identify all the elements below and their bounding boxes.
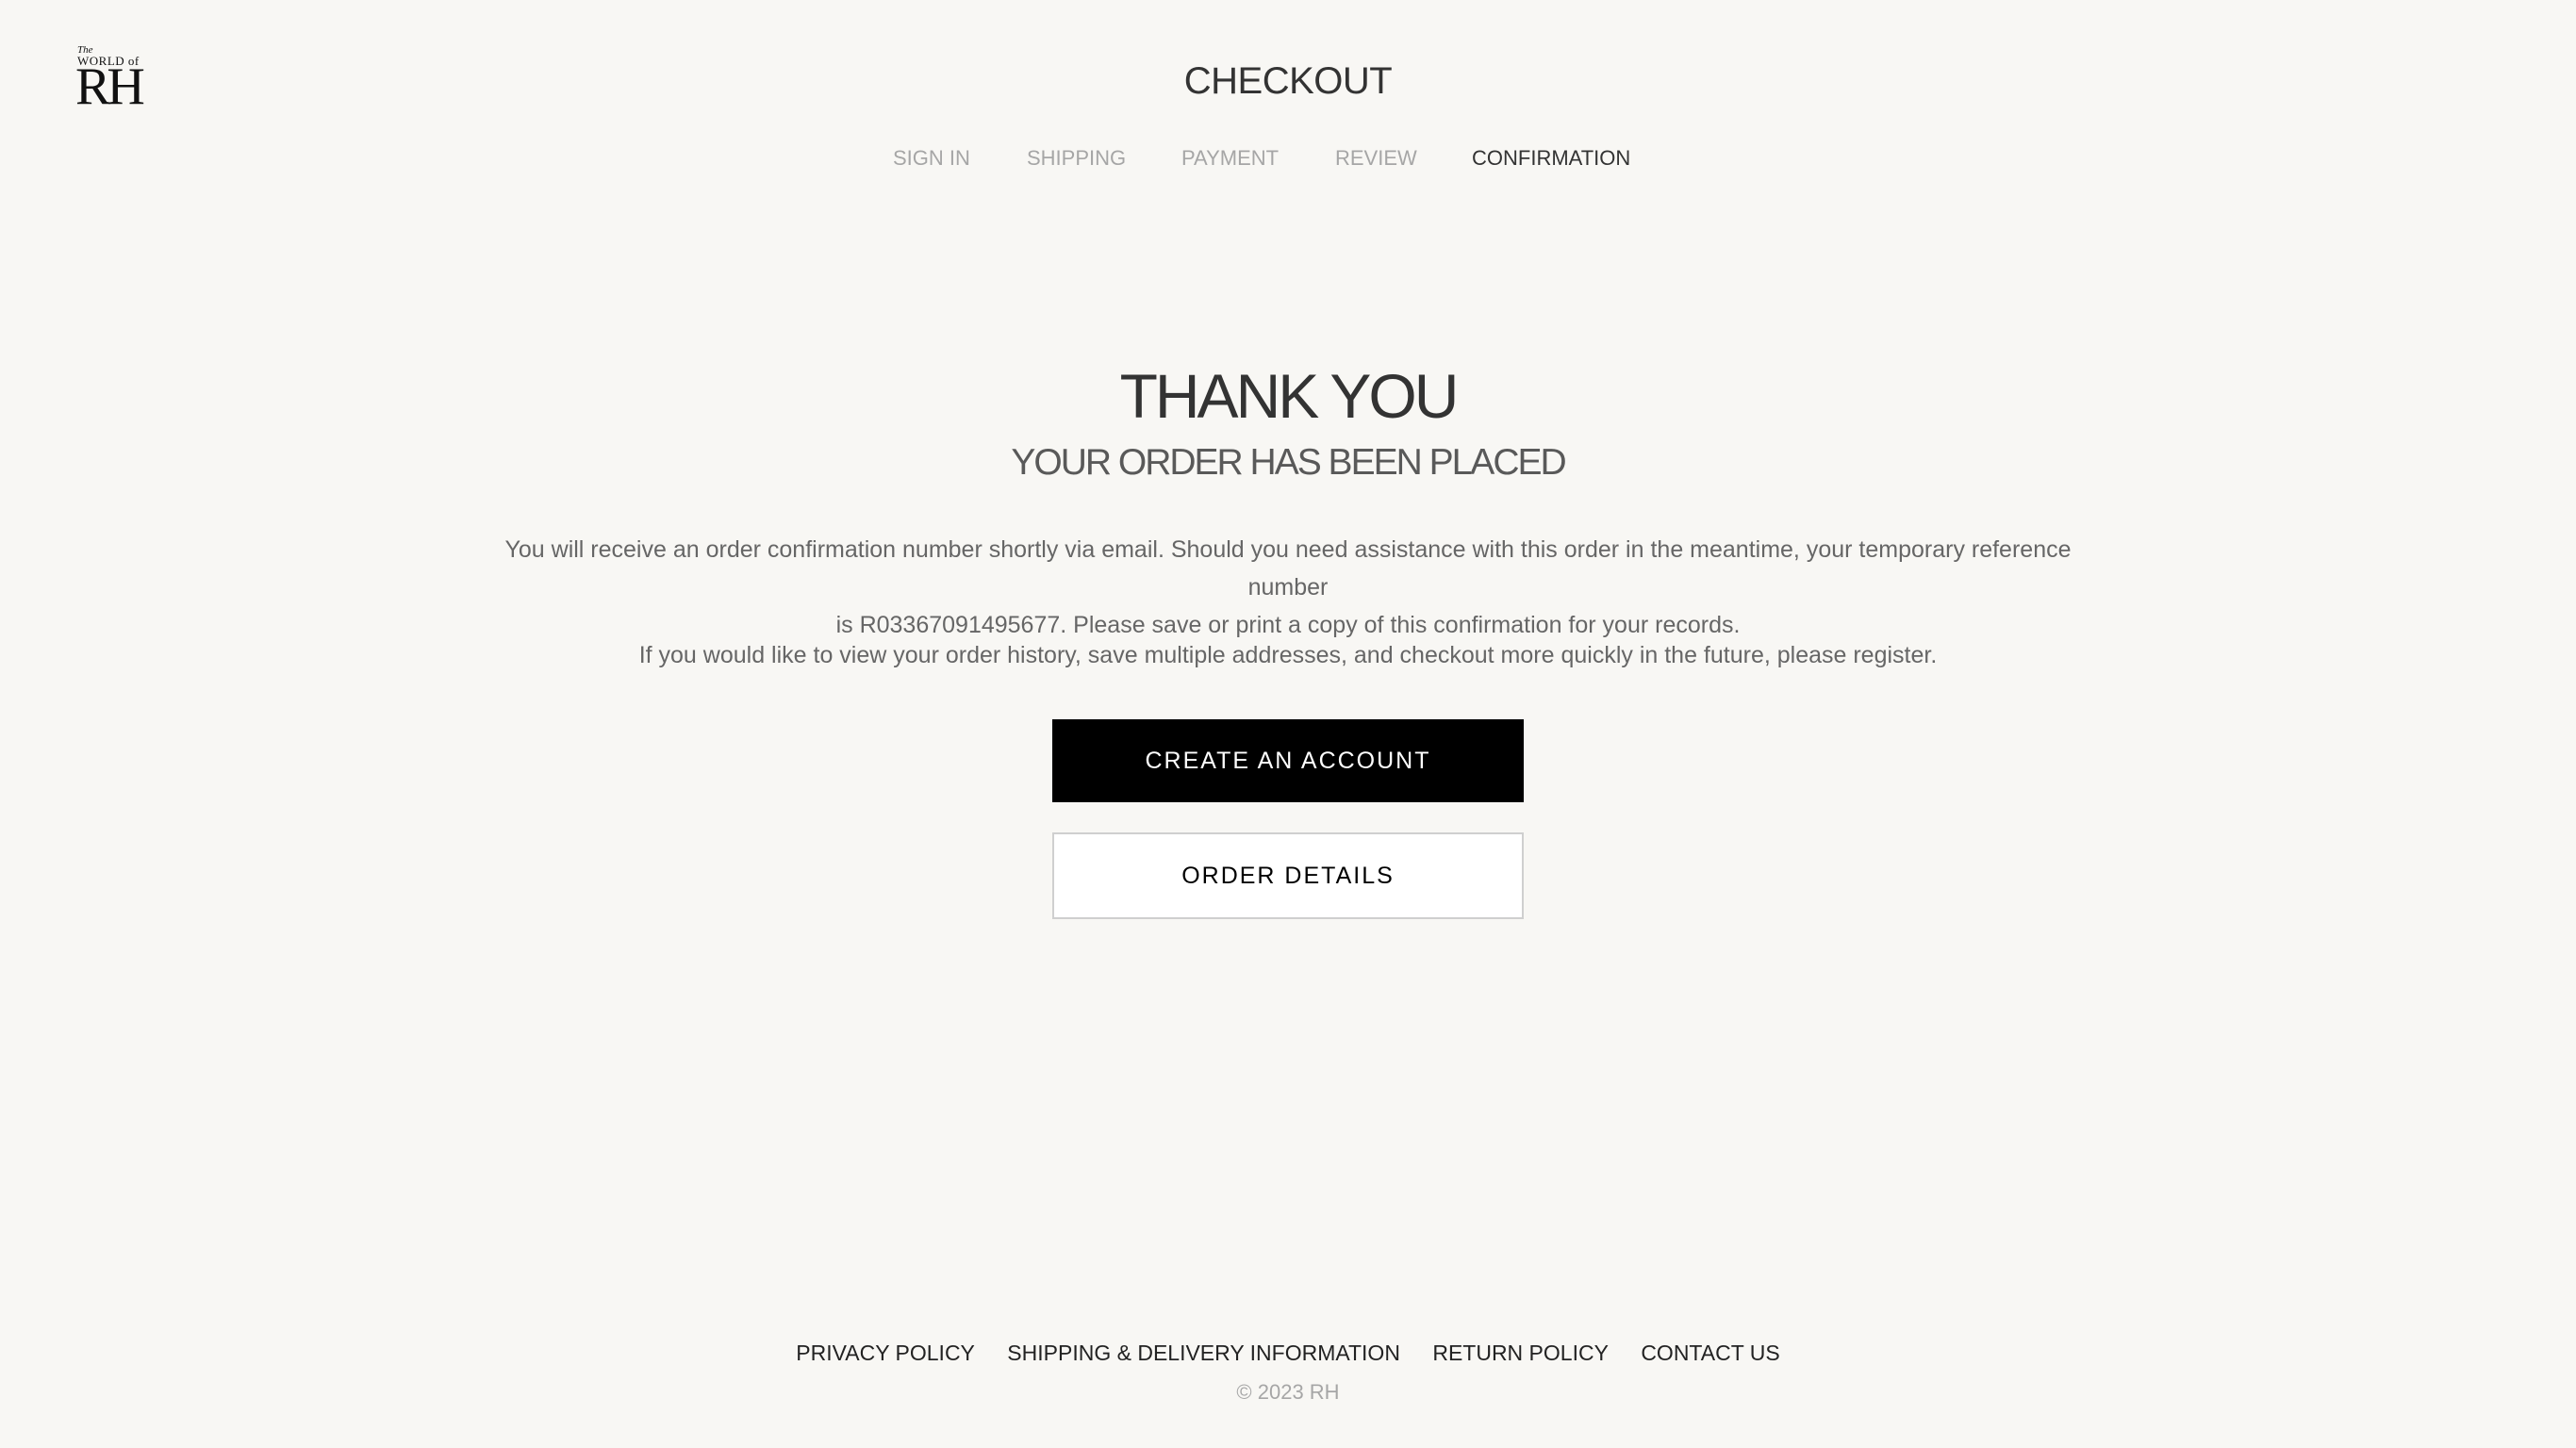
thank-you-heading: THANK YOU [1119,361,1460,431]
checkout-title: CHECKOUT [1183,60,1393,102]
step-review[interactable]: REVIEW [1335,142,1417,174]
order-placed-subheading: YOUR ORDER HAS BEEN PLACED [1011,442,1566,483]
confirmation-message-line1: You will receive an order confirmation n… [504,536,2072,601]
step-payment[interactable]: PAYMENT [1181,142,1279,174]
copyright-text: © 2023 RH [1236,1380,1340,1404]
step-shipping[interactable]: SHIPPING [1027,142,1126,174]
shipping-delivery-link[interactable]: SHIPPING & DELIVERY INFORMATION [1007,1341,1400,1365]
order-details-button[interactable]: ORDER DETAILS [1052,832,1524,919]
confirmation-message-line2: is R03367091495677. Please save or print… [835,612,1741,638]
footer-links: PRIVACY POLICY SHIPPING & DELIVERY INFOR… [0,1337,2576,1369]
checkout-steps: SIGN IN SHIPPING PAYMENT REVIEW CONFIRMA… [0,142,2576,174]
confirmation-message: You will receive an order confirmation n… [471,531,2105,644]
step-confirmation[interactable]: CONFIRMATION [1472,142,1630,174]
create-account-button[interactable]: CREATE AN ACCOUNT [1052,719,1524,802]
contact-us-link[interactable]: CONTACT US [1641,1341,1779,1365]
register-message: If you would like to view your order his… [638,642,1938,668]
step-sign-in[interactable]: SIGN IN [893,142,970,174]
privacy-policy-link[interactable]: PRIVACY POLICY [796,1341,975,1365]
return-policy-link[interactable]: RETURN POLICY [1432,1341,1609,1365]
